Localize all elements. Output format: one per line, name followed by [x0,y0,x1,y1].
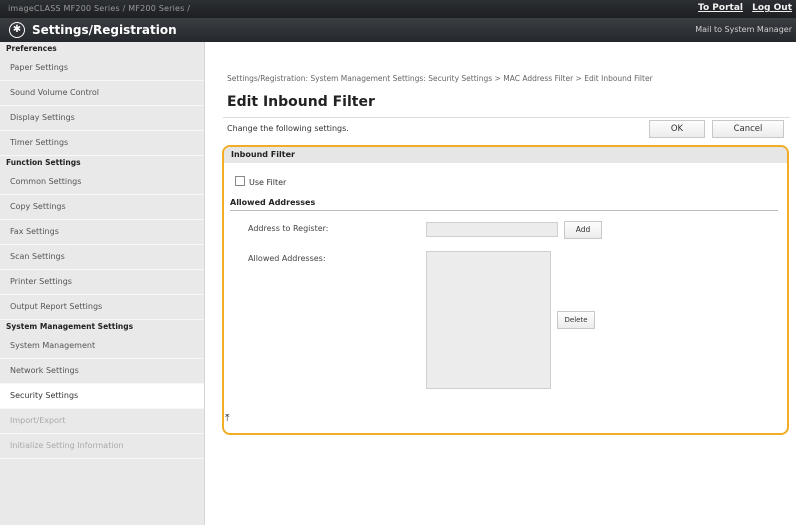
page-description: Change the following settings. [227,124,349,133]
allowed-addresses-list[interactable] [426,251,551,389]
title-bar: ✱ Settings/Registration Mail to System M… [0,18,796,42]
sidebar-item-printer-settings[interactable]: Printer Settings [0,270,204,295]
breadcrumb: Settings/Registration: System Management… [227,74,653,83]
page-title: Edit Inbound Filter [227,94,375,110]
add-button[interactable]: Add [564,221,602,239]
allowed-addresses-heading: Allowed Addresses [230,198,778,211]
sidebar-item-network-settings[interactable]: Network Settings [0,359,204,384]
sidebar-section-function-settings: Function Settings [6,158,81,167]
top-links: To Portal Log Out [692,3,792,13]
sidebar-item-security-settings[interactable]: Security Settings [0,384,204,409]
cancel-button[interactable]: Cancel [712,120,784,138]
address-to-register-input[interactable] [426,222,558,237]
inbound-filter-heading: Inbound Filter [224,147,787,163]
address-to-register-label: Address to Register: [248,224,329,233]
device-name: imageCLASS MF200 Series / MF200 Series / [8,4,191,13]
sidebar-item-copy-settings[interactable]: Copy Settings [0,195,204,220]
sidebar-section-system-management-settings: System Management Settings [6,322,134,331]
top-bar: imageCLASS MF200 Series / MF200 Series /… [0,0,796,18]
settings-logo-icon: ✱ [9,22,25,38]
sidebar-item-common-settings[interactable]: Common Settings [0,170,204,195]
sidebar-section-preferences: Preferences [6,44,57,53]
ok-button[interactable]: OK [649,120,705,138]
allowed-addresses-label: Allowed Addresses: [248,254,326,263]
mail-to-system-manager-link[interactable]: Mail to System Manager [695,25,792,34]
sidebar-item-timer-settings[interactable]: Timer Settings [0,131,204,156]
sidebar-item-scan-settings[interactable]: Scan Settings [0,245,204,270]
use-filter-label: Use Filter [249,178,287,187]
sidebar-item-paper-settings[interactable]: Paper Settings [0,56,204,81]
to-portal-link[interactable]: To Portal [698,3,743,13]
sidebar-item-initialize-setting-information[interactable]: Initialize Setting Information [0,434,204,459]
sidebar-item-fax-settings[interactable]: Fax Settings [0,220,204,245]
action-row: Change the following settings. OK Cancel [223,117,790,140]
sidebar-item-display-settings[interactable]: Display Settings [0,106,204,131]
sidebar-item-import-export[interactable]: Import/Export [0,409,204,434]
main-content: Settings/Registration: System Management… [205,42,796,525]
sidebar-item-system-management[interactable]: System Management [0,334,204,359]
sidebar-item-output-report-settings[interactable]: Output Report Settings [0,295,204,320]
sidebar: Preferences Paper Settings Sound Volume … [0,42,205,525]
app-title: Settings/Registration [32,23,177,37]
back-to-top-icon[interactable]: ⤒ [225,413,229,424]
log-out-link[interactable]: Log Out [752,3,792,13]
delete-button[interactable]: Delete [557,311,595,329]
use-filter-row: Use Filter [235,176,286,187]
inbound-filter-panel: Inbound Filter Use Filter Allowed Addres… [222,145,789,435]
use-filter-checkbox[interactable] [235,176,245,186]
sidebar-item-sound-volume-control[interactable]: Sound Volume Control [0,81,204,106]
